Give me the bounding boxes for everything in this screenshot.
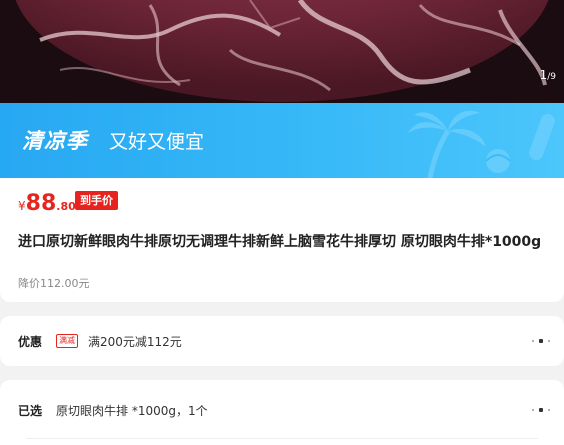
more-dots-icon[interactable] bbox=[532, 408, 550, 412]
price-integer: 88 bbox=[25, 191, 57, 216]
price-decimal: .80 bbox=[56, 200, 76, 213]
product-info-card: ¥88.80 到手价 进口原切新鲜眼肉牛排原切无调理牛排新鲜上脑雪花牛排厚切 原… bbox=[0, 178, 564, 302]
promotion-row[interactable]: 优惠 满减 满200元减112元 bbox=[0, 316, 564, 366]
product-image bbox=[0, 0, 564, 103]
original-price: 降价112.00元 bbox=[18, 277, 90, 290]
product-image-carousel[interactable]: 1/9 bbox=[0, 0, 564, 103]
beach-ball-icon bbox=[485, 149, 511, 173]
discount-badge: 满减 bbox=[56, 334, 78, 348]
summer-promo-banner[interactable]: 清凉季 又好又便宜 bbox=[0, 103, 564, 178]
divider bbox=[26, 438, 538, 439]
final-price-tag: 到手价 bbox=[75, 191, 118, 210]
selected-spec-row[interactable]: 已选 原切眼肉牛排 *1000g，1个 bbox=[0, 380, 564, 445]
palm-tree-icon bbox=[408, 110, 555, 178]
selected-label: 已选 bbox=[18, 404, 43, 418]
pager-total: /9 bbox=[547, 72, 556, 82]
selected-spec-text: 原切眼肉牛排 *1000g，1个 bbox=[56, 404, 208, 418]
more-dots-icon[interactable] bbox=[532, 339, 550, 343]
banner-slogan: 又好又便宜 bbox=[109, 131, 205, 153]
price-symbol: ¥ bbox=[18, 199, 26, 213]
promotion-text: 满200元减112元 bbox=[88, 335, 182, 349]
surfboard-icon bbox=[529, 114, 555, 160]
banner-brand: 清凉季 bbox=[22, 129, 88, 153]
promotion-label: 优惠 bbox=[18, 335, 43, 349]
product-title: 进口原切新鲜眼肉牛排原切无调理牛排新鲜上脑雪花牛排厚切 原切眼肉牛排*1000g bbox=[18, 234, 542, 250]
final-price: ¥88.80 bbox=[18, 191, 76, 216]
image-pager: 1/9 bbox=[540, 68, 556, 82]
